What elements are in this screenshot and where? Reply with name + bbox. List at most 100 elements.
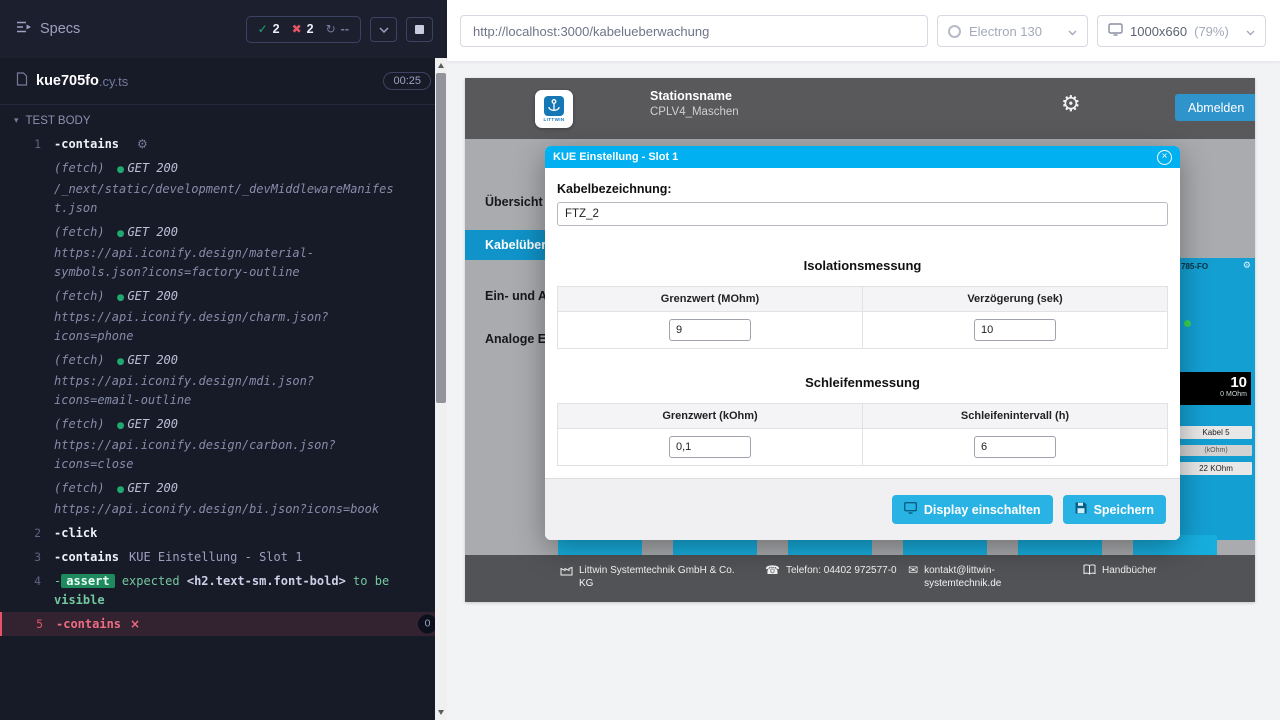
display-unit: 0 MOhm — [1184, 391, 1247, 398]
modal-body: Kabelbezeichnung: Isolationsmessung Gren… — [545, 168, 1180, 466]
command-settings-icon: ⚙ — [137, 137, 148, 151]
chevron-down-icon — [379, 20, 389, 38]
collapse-all-button[interactable] — [370, 17, 397, 42]
footer-manuals-link[interactable]: Handbücher — [1083, 564, 1156, 578]
passed-count: 2 — [273, 22, 280, 36]
viewport-select[interactable]: 1000x660 (79%) — [1097, 15, 1266, 47]
cypress-reporter: Specs ✓2 ✖2 ↻-- kue705fo.cy.ts 00:25 ▾ — [0, 0, 447, 720]
fetch-entry: (fetch)●GET 200https://api.iconify.desig… — [54, 415, 398, 474]
fetch-url: /_next/static/development/_devMiddleware… — [54, 182, 394, 215]
stop-tests-button[interactable] — [406, 17, 433, 42]
display-on-button[interactable]: Display einschalten — [892, 495, 1053, 524]
schleifenintervall-input[interactable] — [974, 436, 1056, 458]
status-dot-icon: ● — [117, 357, 125, 367]
status-dot-icon: ● — [117, 229, 125, 239]
slot-gear-icon[interactable]: ⚙ — [1243, 261, 1251, 271]
reporter-header: Specs ✓2 ✖2 ↻-- — [0, 0, 447, 58]
test-stats[interactable]: ✓2 ✖2 ↻-- — [246, 16, 361, 43]
nav-item-uebersicht[interactable]: Übersicht — [485, 195, 543, 209]
column-header: Schleifenintervall (h) — [863, 404, 1168, 429]
scroll-down-arrow[interactable] — [435, 706, 447, 719]
log-line-number: 2 — [0, 524, 54, 543]
spec-file-row[interactable]: kue705fo.cy.ts 00:25 — [0, 58, 447, 105]
logo-text: LITTWIN — [543, 117, 564, 122]
viewport-zoom: (79%) — [1194, 24, 1229, 39]
stat-failed: ✖2 — [292, 22, 314, 36]
command-body: -contains⚙ — [54, 135, 398, 154]
settings-gear-icon[interactable]: ⚙ — [1061, 92, 1081, 117]
test-body-label: TEST BODY — [26, 115, 91, 127]
browser-label: Electron 130 — [969, 24, 1042, 39]
fetch-log-row[interactable]: (fetch)●GET 200https://api.iconify.desig… — [0, 476, 447, 521]
logout-button[interactable]: Abmelden — [1175, 94, 1255, 121]
kue-settings-modal: KUE Einstellung - Slot 1 × Kabelbezeichn… — [545, 146, 1180, 540]
stat-passed: ✓2 — [258, 22, 280, 36]
column-header: Verzögerung (sek) — [863, 287, 1168, 312]
log-line-number: 1 — [0, 135, 54, 154]
modal-header: KUE Einstellung - Slot 1 × — [545, 146, 1180, 168]
verzoegerung-input[interactable] — [974, 319, 1056, 341]
book-icon — [1083, 564, 1096, 578]
floppy-disk-icon — [1075, 502, 1087, 517]
close-icon[interactable]: × — [1157, 150, 1172, 165]
grenzwert-mohm-input[interactable] — [669, 319, 751, 341]
fetch-log-row[interactable]: (fetch)●GET 200/_next/static/development… — [0, 156, 447, 220]
fetch-log-row[interactable]: (fetch)●GET 200https://api.iconify.desig… — [0, 284, 447, 348]
factory-icon — [560, 564, 573, 579]
status-dot-icon: ● — [117, 293, 125, 303]
isolation-heading: Isolationsmessung — [557, 258, 1168, 273]
grenzwert-kohm-input[interactable] — [669, 436, 751, 458]
reporter-scrollbar — [435, 58, 447, 720]
command-contains-2[interactable]: 3 -containsKUE Einstellung - Slot 1 — [0, 545, 447, 569]
scrollbar-thumb[interactable] — [436, 73, 446, 403]
scroll-up-arrow[interactable] — [435, 59, 447, 72]
command-contains-1[interactable]: 1 -contains⚙ — [0, 132, 447, 156]
browser-select[interactable]: Electron 130 — [937, 15, 1088, 47]
fetch-url: https://api.iconify.design/material-symb… — [54, 246, 314, 279]
fetch-url: https://api.iconify.design/charm.json?ic… — [54, 310, 329, 343]
table-cell — [558, 429, 863, 466]
viewport-size: 1000x660 — [1130, 24, 1187, 39]
fetch-url: https://api.iconify.design/bi.json?icons… — [54, 502, 379, 516]
loop-heading: Schleifenmessung — [557, 375, 1168, 390]
column-header: Grenzwert (kOhm) — [558, 404, 863, 429]
company-logo: LITTWIN — [535, 90, 573, 128]
aut-url-input[interactable] — [460, 15, 928, 47]
specs-label: Specs — [40, 21, 80, 37]
unit-label: (kOhm) — [1180, 445, 1252, 456]
station-label: Stationsname — [650, 89, 739, 103]
caret-down-icon: ▾ — [14, 116, 19, 126]
specs-menu-button[interactable]: Specs — [16, 20, 80, 38]
email-address: kontakt@littwin-systemtechnik.de — [924, 564, 1016, 590]
footer-email[interactable]: ✉ kontakt@littwin-systemtechnik.de — [908, 564, 1016, 590]
command-log: 1 -contains⚙ (fetch)●GET 200/_next/stati… — [0, 132, 447, 636]
command-contains-failed[interactable]: 5 -contains× 0 — [0, 612, 447, 636]
status-dot-icon: ● — [117, 485, 125, 495]
cable-name-input[interactable] — [557, 202, 1168, 226]
save-button[interactable]: Speichern — [1063, 495, 1166, 524]
spec-file-icon — [16, 72, 28, 91]
status-dot-icon: ● — [117, 165, 125, 175]
command-assert[interactable]: 4 -assert expected <h2.text-sm.font-bold… — [0, 569, 447, 612]
log-line-number: 3 — [0, 548, 54, 567]
command-click[interactable]: 2 -click — [0, 521, 447, 545]
stat-pending: ↻-- — [326, 22, 349, 36]
app-footer: Littwin Systemtechnik GmbH & Co. KG ☎ Te… — [465, 555, 1255, 602]
pending-count: -- — [341, 22, 349, 36]
fetch-entry: (fetch)●GET 200https://api.iconify.desig… — [54, 223, 398, 282]
fetch-log-row[interactable]: (fetch)●GET 200https://api.iconify.desig… — [0, 412, 447, 476]
mail-icon: ✉ — [908, 564, 918, 577]
fetch-entry: (fetch)●GET 200https://api.iconify.desig… — [54, 287, 398, 346]
fetch-log-row[interactable]: (fetch)●GET 200https://api.iconify.desig… — [0, 348, 447, 412]
failed-count: 2 — [307, 22, 314, 36]
fetch-log-row[interactable]: (fetch)●GET 200https://api.iconify.desig… — [0, 220, 447, 284]
nav-item-analoge-eingaenge[interactable]: Analoge Ei — [485, 332, 550, 346]
loop-table: Grenzwert (kOhm) Schleifenintervall (h) — [557, 403, 1168, 466]
status-led — [1184, 320, 1191, 327]
footer-phone: ☎ Telefon: 04402 972577-0 — [765, 564, 898, 577]
log-line-number — [0, 415, 54, 474]
slot-card-header: 785-FO ⚙ — [1177, 258, 1255, 274]
aut-panel: Electron 130 1000x660 (79%) LITTWIN Stat… — [447, 0, 1280, 720]
spec-extension: .cy.ts — [99, 74, 128, 89]
test-body-section-header[interactable]: ▾ TEST BODY — [0, 105, 447, 132]
